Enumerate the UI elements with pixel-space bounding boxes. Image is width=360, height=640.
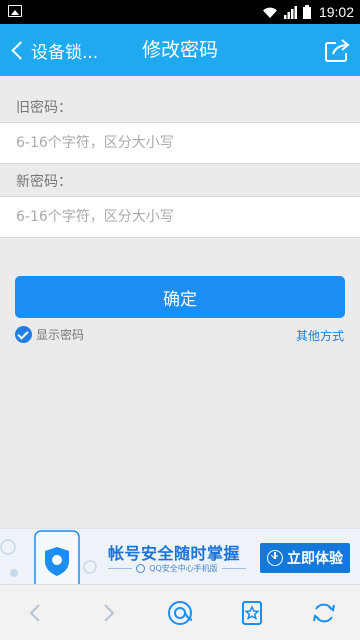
phone-shield-illustration-icon: [0, 530, 97, 584]
old-password-label: 旧密码：: [16, 100, 72, 116]
banner-subtext: QQ安全中心手机版: [149, 564, 218, 573]
try-now-label: 立即体验: [287, 551, 343, 567]
title-bar: 设备锁... 修改密码: [0, 24, 360, 76]
bookmark-star-icon[interactable]: [238, 599, 266, 627]
forward-arrow-icon[interactable]: [94, 599, 122, 627]
checkmark-icon: [15, 326, 32, 343]
show-password-label: 显示密码: [36, 328, 85, 342]
chevron-left-icon: [11, 40, 30, 60]
try-now-button[interactable]: 立即体验: [260, 543, 350, 573]
image-notification-icon: [8, 5, 22, 17]
old-password-input[interactable]: [0, 123, 360, 163]
status-bar: 19:02: [0, 0, 360, 24]
banner-headline: 帐号安全随时掌握: [108, 544, 241, 563]
browser-toolbar: [0, 584, 360, 640]
battery-icon: [302, 5, 311, 19]
divider: [221, 568, 246, 569]
confirm-button[interactable]: 确定: [15, 276, 345, 318]
new-password-field-row: [0, 196, 360, 238]
show-password-toggle[interactable]: 显示密码: [15, 326, 84, 343]
promo-banner[interactable]: 帐号安全随时掌握 QQ安全中心手机版 立即体验: [0, 528, 360, 584]
back-label: 设备锁...: [31, 42, 99, 63]
back-button[interactable]: 设备锁...: [6, 24, 98, 76]
share-icon[interactable]: [324, 37, 352, 63]
back-arrow-icon[interactable]: [22, 599, 50, 627]
wifi-icon: [262, 7, 277, 18]
signal-icon: [283, 5, 297, 19]
refresh-icon[interactable]: [310, 599, 338, 627]
clock: 19:02: [318, 4, 354, 20]
banner-subtext-row: QQ安全中心手机版: [108, 563, 246, 574]
old-password-field-row: [0, 122, 360, 164]
download-arrow-icon: [267, 550, 283, 566]
other-methods-link[interactable]: 其他方式: [296, 327, 344, 344]
qq-logo-icon: [136, 564, 146, 573]
new-password-input[interactable]: [0, 197, 360, 237]
qq-home-icon[interactable]: [166, 599, 194, 627]
new-password-label: 新密码：: [16, 174, 72, 190]
status-icons: 19:02: [262, 0, 354, 24]
divider: [108, 568, 133, 569]
